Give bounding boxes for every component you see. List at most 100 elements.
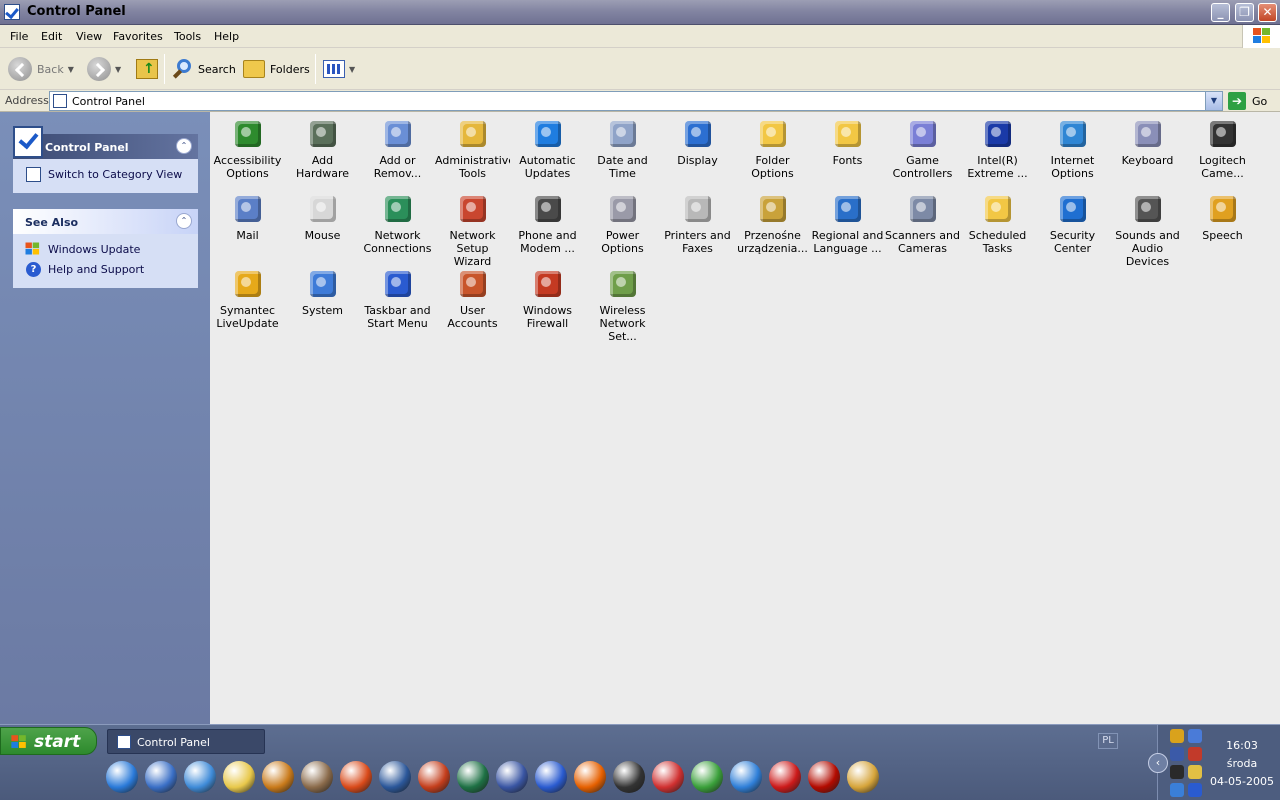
go-button[interactable]: ➔ Go xyxy=(1228,92,1267,110)
chevron-down-icon[interactable]: ▼ xyxy=(349,65,355,74)
taskbar-window-button[interactable]: Control Panel xyxy=(107,729,265,754)
cp-item[interactable]: Windows Firewall xyxy=(510,264,585,330)
cp-item[interactable]: System xyxy=(285,264,360,317)
collapse-chevron-icon[interactable]: ⌃ xyxy=(176,213,192,229)
help-support-link[interactable]: ? Help and Support xyxy=(13,260,198,280)
cp-item[interactable]: Intel(R) Extreme ... xyxy=(960,114,1035,180)
link-label: Windows Update xyxy=(48,243,141,256)
cp-item[interactable]: Network Setup Wizard xyxy=(435,189,510,268)
quick-launch-item[interactable] xyxy=(691,761,723,793)
cp-item[interactable]: Mail xyxy=(210,189,285,242)
quick-launch-item[interactable] xyxy=(340,761,372,793)
quick-launch-item[interactable] xyxy=(613,761,645,793)
tray-monitor-icon[interactable] xyxy=(1170,783,1184,797)
cp-item[interactable]: Accessibility Options xyxy=(210,114,285,180)
chevron-down-icon[interactable]: ▼ xyxy=(115,65,121,74)
cp-item[interactable]: Wireless Network Set... xyxy=(585,264,660,343)
panel-header[interactable]: Control Panel ⌃ xyxy=(13,126,198,159)
cp-item[interactable]: Mouse xyxy=(285,189,360,242)
language-indicator[interactable]: PL xyxy=(1098,733,1118,749)
address-field[interactable]: Control Panel ▼ xyxy=(49,91,1223,111)
cp-item[interactable]: Add or Remov... xyxy=(360,114,435,180)
windows-update-link[interactable]: Windows Update xyxy=(13,240,198,260)
cp-item[interactable]: Symantec LiveUpdate xyxy=(210,264,285,330)
menu-help[interactable]: Help xyxy=(214,30,239,43)
cp-item[interactable]: Display xyxy=(660,114,735,167)
start-button[interactable]: start xyxy=(0,727,97,755)
cp-item[interactable]: Scheduled Tasks xyxy=(960,189,1035,255)
back-arrow-icon xyxy=(8,57,32,81)
quick-launch-item[interactable] xyxy=(262,761,294,793)
quick-launch-item[interactable] xyxy=(652,761,684,793)
cp-item[interactable]: Logitech Came... xyxy=(1185,114,1260,180)
panel-header[interactable]: See Also ⌃ xyxy=(13,209,198,234)
menu-favorites[interactable]: Favorites xyxy=(113,30,163,43)
cp-item[interactable]: User Accounts xyxy=(435,264,510,330)
quick-launch-item[interactable] xyxy=(379,761,411,793)
cp-item[interactable]: Sounds and Audio Devices xyxy=(1110,189,1185,268)
cp-item[interactable]: Scanners and Cameras xyxy=(885,189,960,255)
cp-item[interactable]: Keyboard xyxy=(1110,114,1185,167)
cp-item[interactable]: Internet Options xyxy=(1035,114,1110,180)
cp-item[interactable]: Game Controllers xyxy=(885,114,960,180)
menu-edit[interactable]: Edit xyxy=(41,30,62,43)
cp-item[interactable]: Fonts xyxy=(810,114,885,167)
search-button[interactable]: Search xyxy=(172,53,236,85)
cp-item[interactable]: Phone and Modem ... xyxy=(510,189,585,255)
tray-network-icon[interactable] xyxy=(1170,747,1184,761)
quick-launch-item[interactable] xyxy=(808,761,840,793)
quick-launch-item[interactable] xyxy=(301,761,333,793)
clock[interactable]: 16:03 środa 04-05-2005 xyxy=(1206,737,1278,791)
quick-launch-item[interactable] xyxy=(769,761,801,793)
tray-display-icon[interactable] xyxy=(1188,783,1202,797)
quick-launch-item[interactable] xyxy=(106,761,138,793)
cp-item[interactable]: Power Options xyxy=(585,189,660,255)
title-bar[interactable]: Control Panel _ ❐ ✕ xyxy=(0,0,1280,25)
quick-launch-item[interactable] xyxy=(223,761,255,793)
switch-category-view-link[interactable]: Switch to Category View xyxy=(13,165,198,185)
tray-network-error-icon[interactable] xyxy=(1188,747,1202,761)
quick-launch-item[interactable] xyxy=(457,761,489,793)
control-panel-icon xyxy=(53,94,67,108)
quick-launch-item[interactable] xyxy=(496,761,528,793)
forward-button[interactable]: ▼ xyxy=(87,53,121,85)
cp-item[interactable]: Add Hardware xyxy=(285,114,360,180)
cp-item[interactable]: Security Center xyxy=(1035,189,1110,255)
cp-item[interactable]: Speech xyxy=(1185,189,1260,242)
tray-usb-icon[interactable] xyxy=(1188,729,1202,743)
cp-item-label: Mail xyxy=(236,229,259,242)
collapse-chevron-icon[interactable]: ⌃ xyxy=(176,138,192,154)
quick-launch-item[interactable] xyxy=(145,761,177,793)
quick-launch-item[interactable] xyxy=(418,761,450,793)
cp-item[interactable]: Date and Time xyxy=(585,114,660,180)
cp-item[interactable]: Regional and Language ... xyxy=(810,189,885,255)
cp-item[interactable]: Automatic Updates xyxy=(510,114,585,180)
cp-item[interactable]: Printers and Faxes xyxy=(660,189,735,255)
show-hidden-icons-button[interactable]: ‹ xyxy=(1148,753,1168,773)
cp-item[interactable]: Przenośne urządzenia... xyxy=(735,189,810,255)
tray-speaker-icon[interactable] xyxy=(1170,765,1184,779)
cp-item[interactable]: Network Connections xyxy=(360,189,435,255)
up-folder-button[interactable]: ↑ xyxy=(136,53,158,85)
quick-launch-item[interactable] xyxy=(730,761,762,793)
cp-item[interactable]: Administrative Tools xyxy=(435,114,510,180)
views-button[interactable]: ▼ xyxy=(323,53,355,85)
menu-tools[interactable]: Tools xyxy=(174,30,201,43)
back-button[interactable]: Back ▼ xyxy=(8,53,74,85)
close-button[interactable]: ✕ xyxy=(1258,3,1277,22)
cp-item[interactable]: Taskbar and Start Menu xyxy=(360,264,435,330)
restore-button[interactable]: ❐ xyxy=(1235,3,1254,22)
quick-launch-item[interactable] xyxy=(184,761,216,793)
cp-item[interactable]: Folder Options xyxy=(735,114,810,180)
chevron-down-icon[interactable]: ▼ xyxy=(68,65,74,74)
tray-globe-icon[interactable] xyxy=(1170,729,1184,743)
folders-button[interactable]: Folders xyxy=(243,53,310,85)
menu-file[interactable]: File xyxy=(10,30,28,43)
quick-launch-item[interactable] xyxy=(847,761,879,793)
tray-folder-icon[interactable] xyxy=(1188,765,1202,779)
quick-launch-item[interactable] xyxy=(535,761,567,793)
address-dropdown-button[interactable]: ▼ xyxy=(1205,92,1222,110)
menu-view[interactable]: View xyxy=(76,30,102,43)
minimize-button[interactable]: _ xyxy=(1211,3,1230,22)
quick-launch-item[interactable] xyxy=(574,761,606,793)
